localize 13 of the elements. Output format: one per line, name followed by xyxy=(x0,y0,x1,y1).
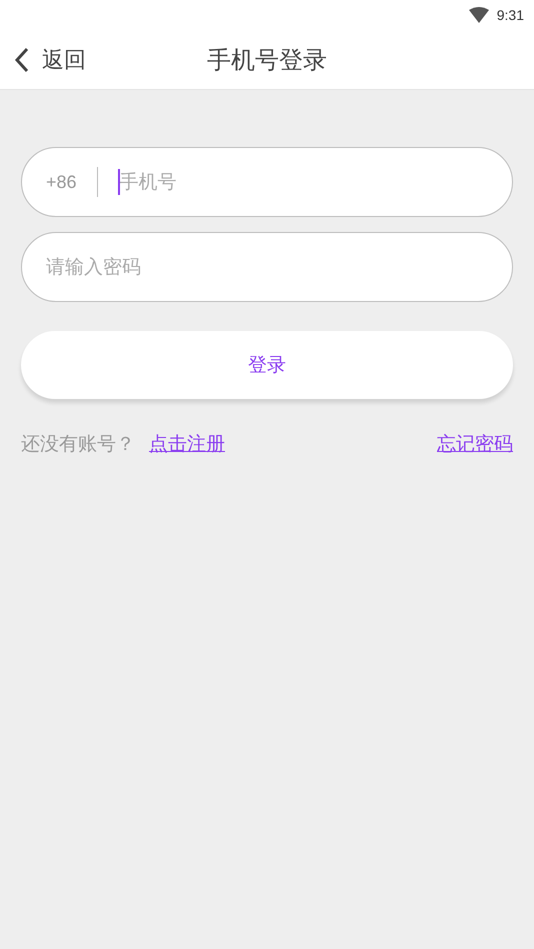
wifi-icon xyxy=(468,7,489,23)
back-icon xyxy=(14,46,30,72)
login-button[interactable]: 登录 xyxy=(21,331,513,399)
phone-number-input[interactable]: 手机号 xyxy=(120,171,488,193)
phone-input-field[interactable]: +86 手机号 xyxy=(21,147,513,217)
password-input-field[interactable]: 请输入密码 xyxy=(21,232,513,302)
forgot-password-link[interactable]: 忘记密码 xyxy=(437,431,513,457)
register-link[interactable]: 点击注册 xyxy=(149,431,225,457)
register-prompt: 还没有账号？ xyxy=(21,432,135,457)
back-button[interactable]: 返回 xyxy=(14,44,86,74)
clock-time: 9:31 xyxy=(496,7,524,23)
country-code: +86 xyxy=(46,172,77,192)
page-title: 手机号登录 xyxy=(207,44,327,76)
